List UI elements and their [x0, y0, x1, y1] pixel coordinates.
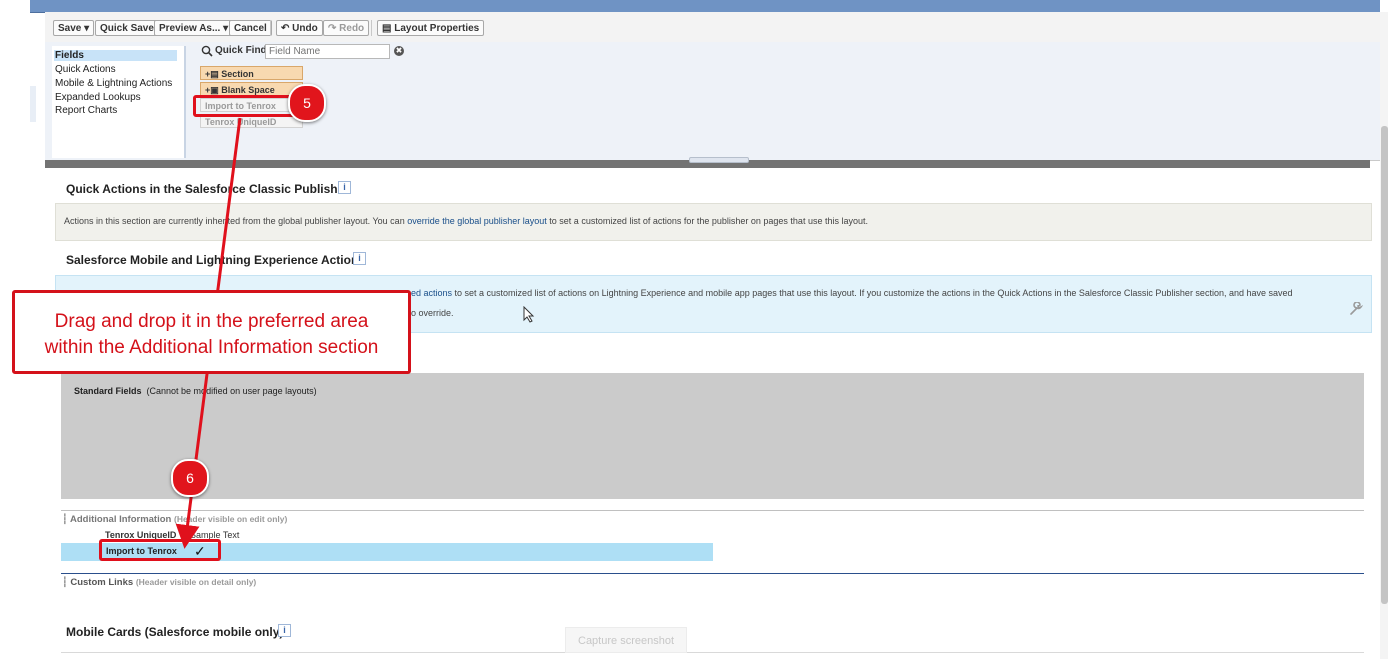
palette-category-quick-actions[interactable]: Quick Actions: [55, 64, 116, 75]
mobile-cards-title: Mobile Cards (Salesforce mobile only): [66, 625, 284, 639]
mobile-actions-text-line2: o override.: [411, 308, 454, 318]
mobile-lightning-actions-title: Salesforce Mobile and Lightning Experien…: [66, 253, 365, 267]
clear-search-icon[interactable]: ✖: [394, 46, 404, 56]
quick-save-button[interactable]: Quick Save: [95, 20, 159, 36]
palette-category-report-charts[interactable]: Report Charts: [55, 105, 117, 116]
additional-information-note: (Header visible on edit only): [173, 514, 288, 524]
scrollbar-thumb[interactable]: [1381, 126, 1388, 604]
standard-fields-heading: Standard Fields: [74, 386, 142, 396]
quick-find-input[interactable]: [265, 44, 390, 59]
standard-fields-label: Standard Fields (Cannot be modified on u…: [74, 386, 317, 396]
info-icon[interactable]: i: [278, 624, 291, 637]
annotation-highlight-dropped-field: [99, 539, 221, 561]
palette-resize-handle[interactable]: [689, 157, 749, 163]
search-icon: [201, 45, 213, 57]
palette-item-blank-space[interactable]: +▣ Blank Space: [200, 82, 303, 96]
additional-information-label: Additional Information: [70, 514, 172, 525]
left-edge-tab: [30, 86, 36, 122]
callout-line-1: Drag and drop it in the preferred area: [54, 311, 369, 332]
callout-line-2: within the Additional Information sectio…: [44, 337, 379, 358]
palette-category-list: Fields Quick Actions Mobile & Lightning …: [52, 46, 186, 158]
save-button[interactable]: Save ▾: [53, 20, 95, 36]
mobile-actions-text-line1: ed actions to set a customized list of a…: [411, 288, 1293, 298]
mobile-text-line1-post: to set a customized list of actions on L…: [452, 288, 1293, 298]
toolbar-separator: [270, 20, 271, 36]
undo-button[interactable]: ↶ Undo: [276, 20, 323, 36]
quick-find-label: Quick Find: [215, 45, 267, 56]
palette-category-mobile-lightning-actions[interactable]: Mobile & Lightning Actions: [55, 78, 172, 89]
step-6-badge: 6: [171, 459, 209, 497]
preview-as-button[interactable]: Preview As... ▾: [154, 20, 234, 36]
instruction-callout: Drag and drop it in the preferred area w…: [12, 290, 411, 374]
wrench-icon[interactable]: [1349, 302, 1363, 316]
custom-links-header[interactable]: ┆ Custom Links (Header visible on detail…: [62, 577, 256, 588]
step-5-badge: 5: [288, 84, 326, 122]
additional-information-header[interactable]: ┆ Additional Information (Header visible…: [62, 514, 287, 525]
palette-category-fields[interactable]: Fields: [54, 50, 177, 61]
palette-category-expanded-lookups[interactable]: Expanded Lookups: [55, 92, 141, 103]
mouse-pointer-icon: [523, 306, 535, 323]
predefined-actions-link[interactable]: ed actions: [411, 288, 452, 298]
capture-screenshot-watermark: Capture screenshot: [565, 627, 687, 653]
layout-properties-button[interactable]: ▤ Layout Properties: [377, 20, 485, 36]
classic-text-post: to set a customized list of actions for …: [546, 216, 868, 226]
cancel-button[interactable]: Cancel: [229, 20, 272, 36]
custom-links-label: Custom Links: [70, 577, 134, 588]
override-global-publisher-link[interactable]: override the global publisher layout: [407, 216, 547, 226]
classic-publisher-section-title: Quick Actions in the Salesforce Classic …: [66, 182, 349, 196]
palette-item-section[interactable]: +▤ Section: [200, 66, 303, 80]
annotation-highlight-palette-item: [193, 95, 303, 117]
info-icon[interactable]: i: [353, 252, 366, 265]
section-rule-blue: [61, 573, 1364, 574]
classic-text-pre: Actions in this section are currently in…: [64, 216, 408, 226]
toolbar-separator: [371, 20, 372, 36]
section-rule: [61, 510, 1364, 511]
standard-fields-note: (Cannot be modified on user page layouts…: [146, 386, 317, 396]
classic-publisher-text: Actions in this section are currently in…: [64, 216, 868, 226]
custom-links-note: (Header visible on detail only): [135, 577, 257, 587]
redo-button[interactable]: ↷ Redo: [323, 20, 370, 36]
info-icon[interactable]: i: [338, 181, 351, 194]
